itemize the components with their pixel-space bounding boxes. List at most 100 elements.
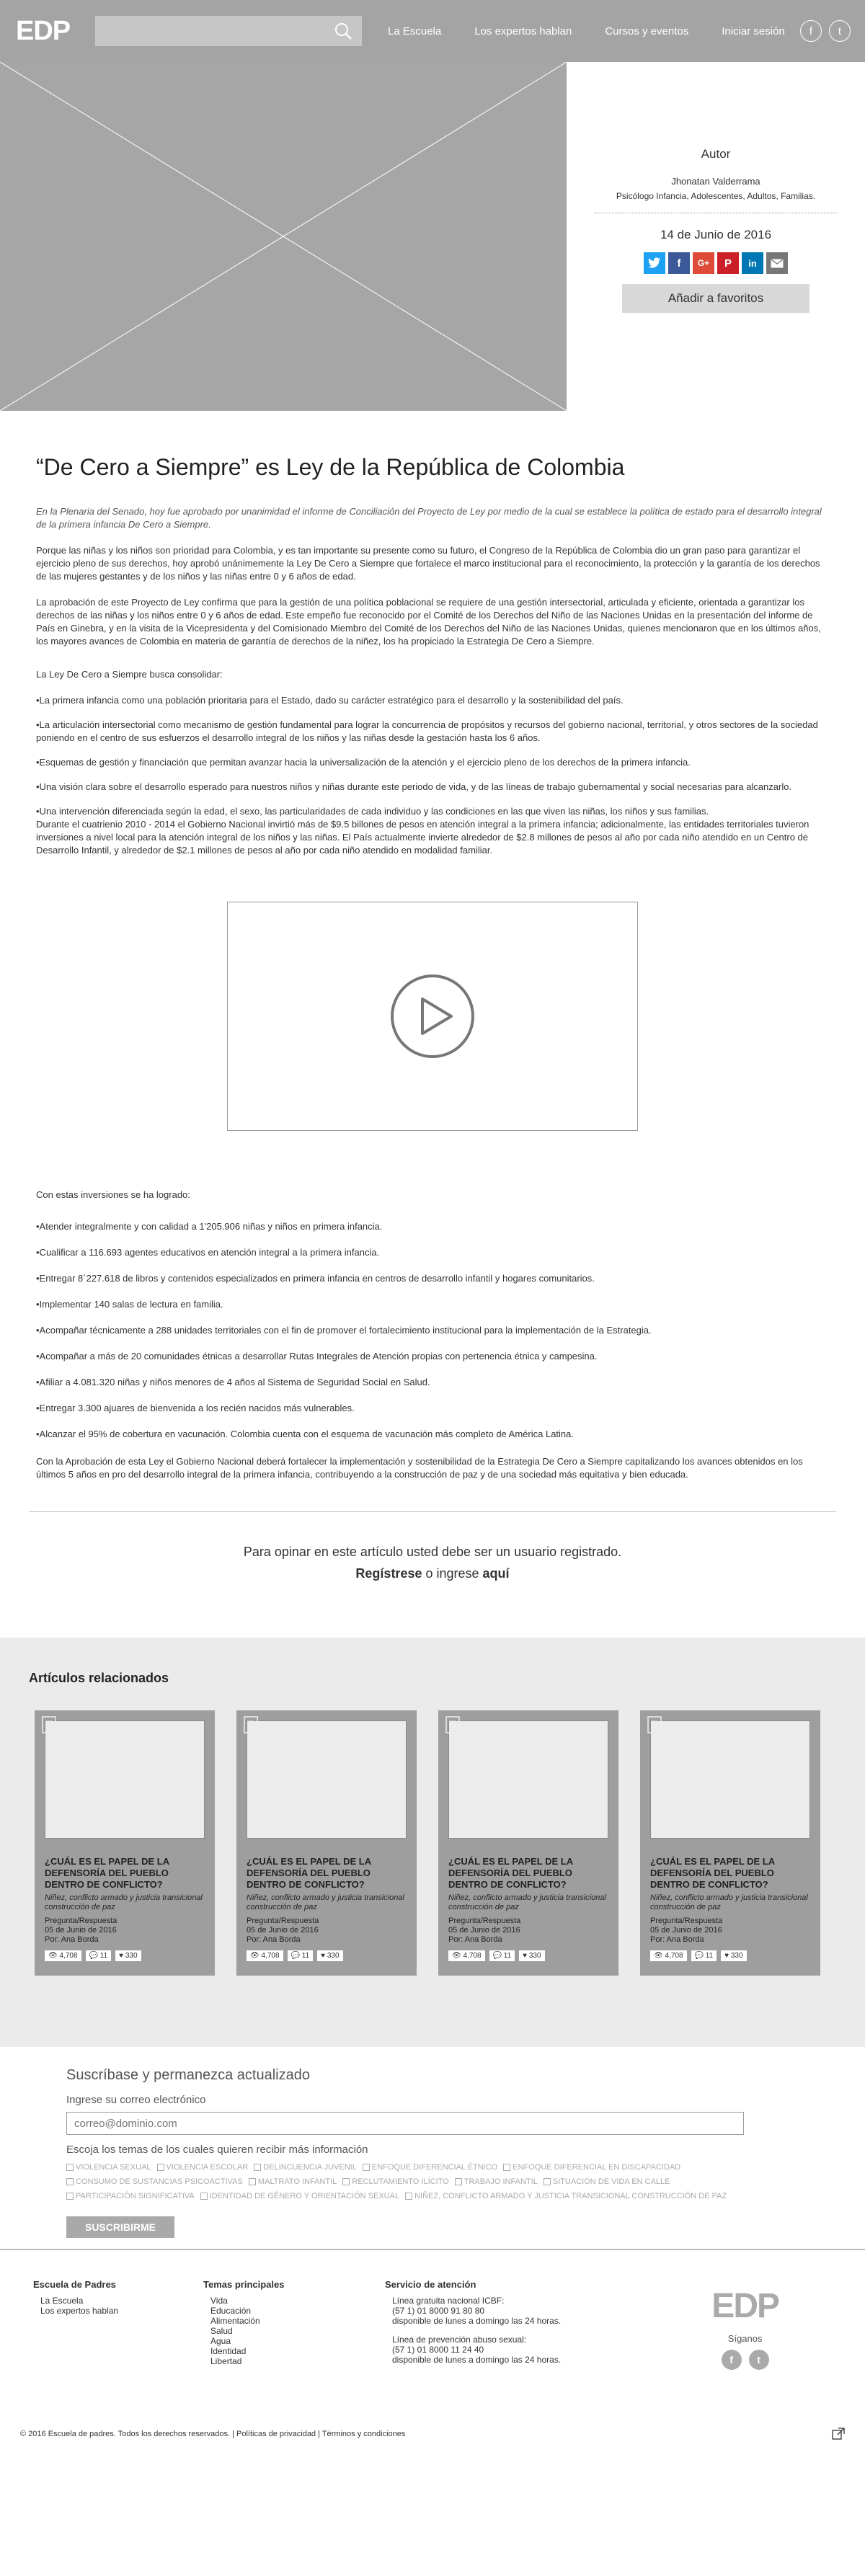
eye-icon: 👁 — [48, 1952, 60, 1960]
topic-checkbox[interactable]: SITUACIÓN DE VIDA EN CALLE — [543, 2177, 670, 2186]
checkbox-icon[interactable] — [66, 2164, 74, 2171]
email-field[interactable] — [66, 2112, 744, 2135]
footer-link[interactable]: Alimentación — [203, 2316, 385, 2326]
comments-count: 💬 11 — [489, 1950, 515, 1961]
list-item: •La articulación intersectorial como mec… — [36, 719, 818, 743]
nav-cursos[interactable]: Cursos y eventos — [605, 25, 688, 37]
card-title: ¿CUÁL ES EL PAPEL DE LA DEFENSORÍA DEL P… — [448, 1856, 573, 1890]
facebook-icon[interactable]: f — [668, 252, 690, 274]
search-icon[interactable] — [333, 21, 353, 41]
document-icon — [244, 1716, 258, 1733]
footer-link[interactable]: Vida — [203, 2296, 385, 2306]
topic-checkbox[interactable]: DELINCUENCIA JUVENIL — [254, 2163, 357, 2172]
list-item: •La primera infancia como una población … — [36, 695, 624, 706]
footer-link[interactable]: La Escuela — [33, 2296, 203, 2306]
footer-link[interactable]: Los expertos hablan — [33, 2306, 203, 2316]
views-count: 👁 4,708 — [45, 1950, 81, 1961]
author-panel: Autor Jhonatan Valderrama Psicólogo Infa… — [567, 62, 865, 411]
footer-logo[interactable]: EDP — [711, 2286, 780, 2326]
play-icon[interactable] — [389, 973, 476, 1060]
nav-expertos[interactable]: Los expertos hablan — [474, 25, 572, 37]
list-item: •Una visión clara sobre el desarrollo es… — [36, 781, 792, 792]
topic-checkbox[interactable]: MALTRATO INFANTIL — [248, 2177, 337, 2186]
checkbox-icon[interactable] — [543, 2178, 551, 2185]
add-favorite-button[interactable]: Añadir a favoritos — [622, 284, 809, 313]
twitter-icon[interactable]: t — [829, 20, 851, 42]
card-date: 05 de Junio de 2016 — [650, 1926, 722, 1935]
list-item: •Acompañar técnicamente a 288 unidades t… — [36, 1325, 652, 1336]
external-link-icon[interactable] — [832, 2428, 845, 2440]
likes-count: ♥ 330 — [519, 1950, 545, 1961]
twitter-icon[interactable]: t — [748, 2350, 769, 2370]
related-card[interactable]: ¿CUÁL ES EL PAPEL DE LA DEFENSORÍA DEL P… — [35, 1710, 215, 1976]
card-subtitle: Niñez, conflicto armado y justicia trans… — [45, 1893, 203, 1911]
card-thumbnail — [45, 1720, 205, 1839]
checkbox-icon[interactable] — [254, 2164, 262, 2171]
comments-count: 💬 11 — [85, 1950, 112, 1961]
checkbox-icon[interactable] — [156, 2164, 164, 2171]
video-player[interactable] — [227, 902, 638, 1131]
facebook-icon[interactable]: f — [721, 2350, 742, 2370]
topic-checkbox[interactable]: IDENTIDAD DE GÉNERO Y ORIENTACIÓN SEXUAL — [200, 2192, 399, 2200]
related-card[interactable]: ¿CUÁL ES EL PAPEL DE LA DEFENSORÍA DEL P… — [438, 1710, 618, 1976]
checkbox-icon[interactable] — [248, 2178, 256, 2185]
subscribe-button[interactable]: SUSCRIBIRME — [66, 2216, 174, 2238]
topic-checkbox[interactable]: PARTICIPACIÓN SIGNIFICATIVA — [66, 2192, 195, 2200]
card-type: Pregunta/Respuesta — [448, 1917, 521, 1925]
follow-label: Síganos — [727, 2333, 763, 2344]
footer-col-escuela: Escuela de Padres La Escuela Los experto… — [33, 2279, 203, 2406]
heart-icon: ♥ — [724, 1952, 731, 1960]
twitter-icon[interactable] — [644, 252, 665, 274]
topic-checkbox[interactable]: CONSUMO DE SUSTANCIAS PSICOACTIVAS — [66, 2177, 243, 2186]
topics-label: Escoja los temas de los cuales quieren r… — [66, 2144, 368, 2156]
checkbox-icon[interactable] — [66, 2193, 74, 2200]
checkbox-icon[interactable] — [405, 2193, 413, 2200]
nav-la-escuela[interactable]: La Escuela — [388, 25, 441, 37]
topic-checkbox[interactable]: RECLUTAMIENTO ILÍCITO — [342, 2177, 449, 2186]
facebook-icon[interactable]: f — [800, 20, 822, 42]
checkbox-icon[interactable] — [342, 2178, 350, 2185]
footer-link[interactable]: Salud — [203, 2326, 385, 2336]
divider — [29, 1511, 836, 1512]
footer-link[interactable]: Educación — [203, 2306, 385, 2316]
login-link[interactable]: aquí — [483, 1566, 510, 1581]
comments-count: 💬 11 — [287, 1950, 314, 1961]
document-icon — [42, 1716, 56, 1733]
site-logo[interactable]: EDP — [16, 16, 95, 47]
article-date: 14 de Junio de 2016 — [660, 228, 772, 241]
share-bar: f G+ P in — [567, 252, 865, 274]
google-plus-icon[interactable]: G+ — [693, 252, 714, 274]
article-paragraph: La aprobación de este Proyecto de Ley co… — [36, 597, 821, 647]
card-subtitle: Niñez, conflicto armado y justicia trans… — [247, 1893, 404, 1911]
footer-link[interactable]: Agua — [203, 2336, 385, 2346]
related-card[interactable]: ¿CUÁL ES EL PAPEL DE LA DEFENSORÍA DEL P… — [236, 1710, 417, 1976]
pinterest-icon[interactable]: P — [717, 252, 739, 274]
checkbox-icon[interactable] — [200, 2193, 208, 2200]
card-author: Por: Ana Borda — [247, 1935, 301, 1944]
checkbox-icon[interactable] — [362, 2164, 370, 2171]
topic-checkbox[interactable]: NIÑEZ, CONFLICTO ARMADO Y JUSTICIA TRANS… — [405, 2192, 727, 2200]
topic-checkbox[interactable]: VIOLENCIA SEXUAL — [66, 2163, 151, 2172]
topic-checkbox[interactable]: TRABAJO INFANTIL — [454, 2177, 538, 2186]
checkbox-icon[interactable] — [66, 2178, 74, 2185]
topic-checkbox[interactable]: ENFOQUE DIFERENCIAL ÉTNICO — [362, 2163, 497, 2172]
email-icon[interactable] — [766, 252, 788, 274]
topic-checkbox[interactable]: VIOLENCIA ESCOLAR — [156, 2163, 248, 2172]
footer-heading: Servicio de atención — [385, 2279, 476, 2290]
card-subtitle: Niñez, conflicto armado y justicia trans… — [650, 1893, 808, 1911]
checkbox-icon[interactable] — [454, 2178, 462, 2185]
eye-icon: 👁 — [654, 1952, 665, 1960]
related-card[interactable]: ¿CUÁL ES EL PAPEL DE LA DEFENSORÍA DEL P… — [640, 1710, 820, 1976]
search-input[interactable] — [95, 16, 362, 46]
footer-link[interactable]: Libertad — [203, 2356, 385, 2366]
nav-iniciar-sesion[interactable]: Iniciar sesión — [722, 25, 785, 37]
checkbox-icon[interactable] — [503, 2164, 511, 2171]
comments-count: 💬 11 — [691, 1950, 717, 1961]
linkedin-icon[interactable]: in — [742, 252, 763, 274]
footer-link[interactable]: Identidad — [203, 2346, 385, 2356]
register-link[interactable]: Regístrese — [355, 1566, 422, 1581]
card-type: Pregunta/Respuesta — [247, 1917, 319, 1925]
topic-checkbox[interactable]: ENFOQUE DIFERENCIAL EN DISCAPACIDAD — [503, 2163, 680, 2172]
comment-icon: 💬 — [290, 1952, 302, 1960]
views-count: 👁 4,708 — [650, 1950, 687, 1961]
